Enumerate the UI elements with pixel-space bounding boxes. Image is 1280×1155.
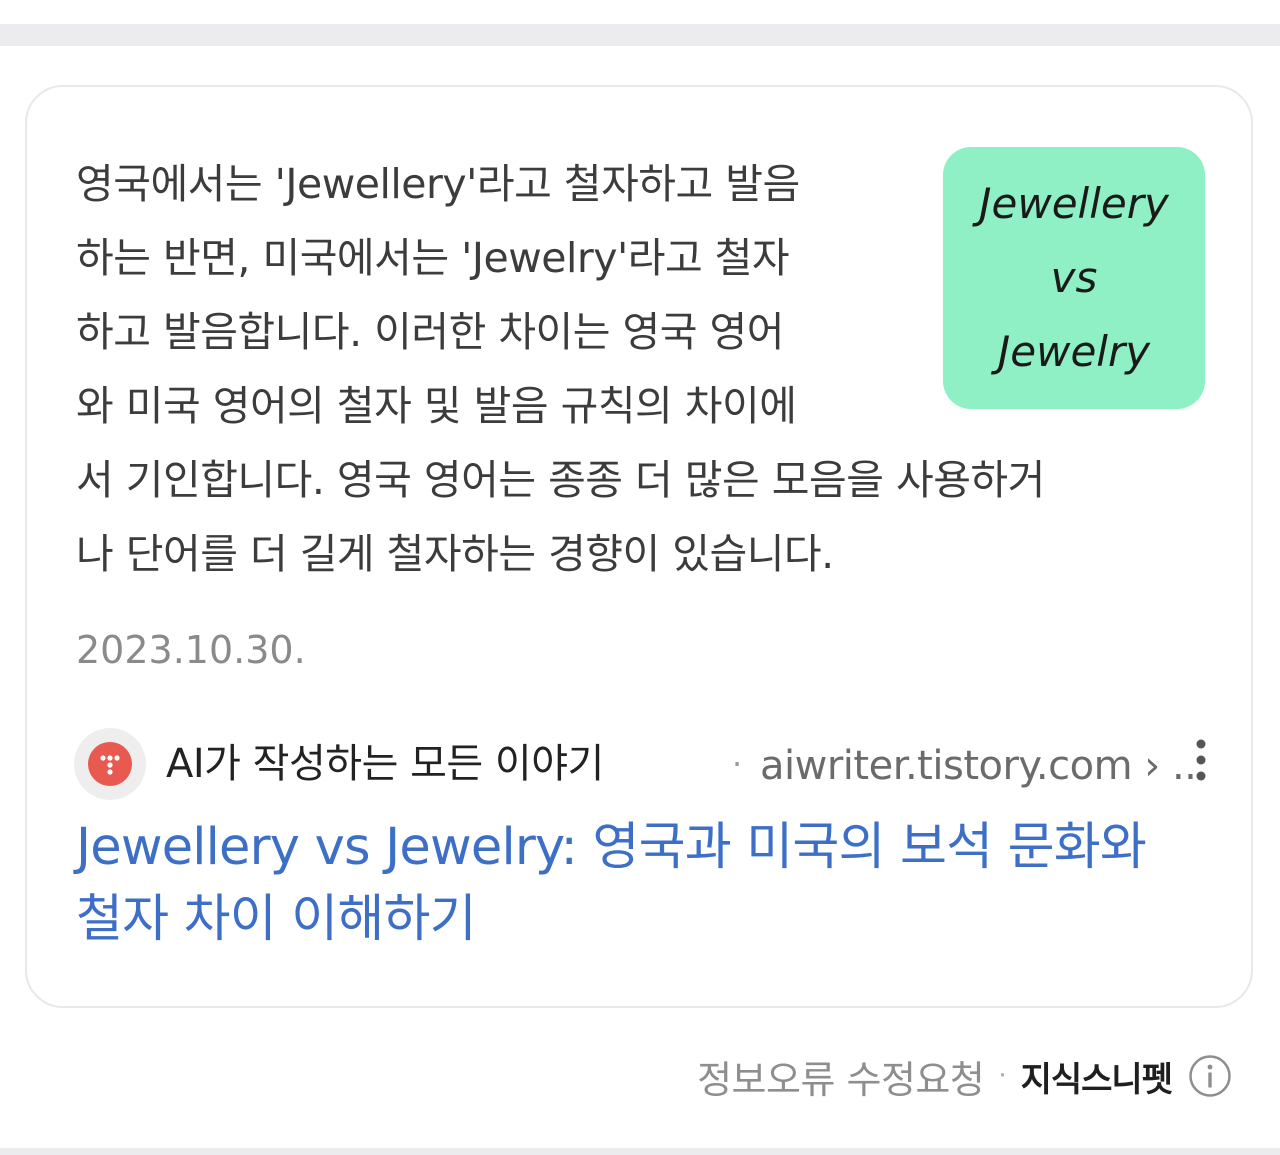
snippet-line: 나 단어를 더 길게 철자하는 경향이 있습니다. (76, 530, 834, 578)
result-title-line[interactable]: 철자 차이 이해하기 (76, 884, 1216, 956)
snippet-footer: 정보오류 수정요청 · 지식스니펫 (697, 1044, 1232, 1108)
snippet-line: 서 기인합니다. 영국 영어는 종종 더 많은 모음을 사용하거 (76, 456, 1045, 504)
snippet-date: 2023.10.30. (76, 628, 306, 672)
report-error-link[interactable]: 정보오류 수정요청 (697, 1049, 985, 1104)
more-vert-icon[interactable] (1186, 732, 1216, 788)
favicon-container (74, 728, 146, 800)
snippet-thumbnail[interactable]: Jewellery vs Jewelry (943, 147, 1205, 409)
source-separator: · (732, 745, 743, 783)
thumbnail-text-line: vs (1050, 253, 1098, 302)
bottom-divider-bar (0, 1148, 1280, 1155)
source-url[interactable]: aiwriter.tistory.com › .. (760, 736, 1197, 796)
knowledge-snippet-label: 지식스니펫 (1020, 1059, 1173, 1100)
thumbnail-text-line: Jewellery (979, 179, 1169, 228)
result-title-link[interactable]: Jewellery vs Jewelry: 영국과 미국의 보석 문화와 철자 … (76, 812, 1216, 956)
footer-separator: · (998, 1061, 1007, 1091)
top-divider-bar (0, 24, 1280, 46)
thumbnail-text-line: Jewelry (997, 327, 1151, 376)
source-row[interactable]: AI가 작성하는 모든 이야기 · aiwriter.tistory.com ›… (74, 728, 1224, 802)
tistory-favicon-icon (88, 742, 132, 786)
source-site-name[interactable]: AI가 작성하는 모든 이야기 (166, 734, 604, 794)
info-icon[interactable] (1188, 1054, 1232, 1098)
result-title-line[interactable]: Jewellery vs Jewelry: 영국과 미국의 보석 문화와 (76, 812, 1216, 884)
